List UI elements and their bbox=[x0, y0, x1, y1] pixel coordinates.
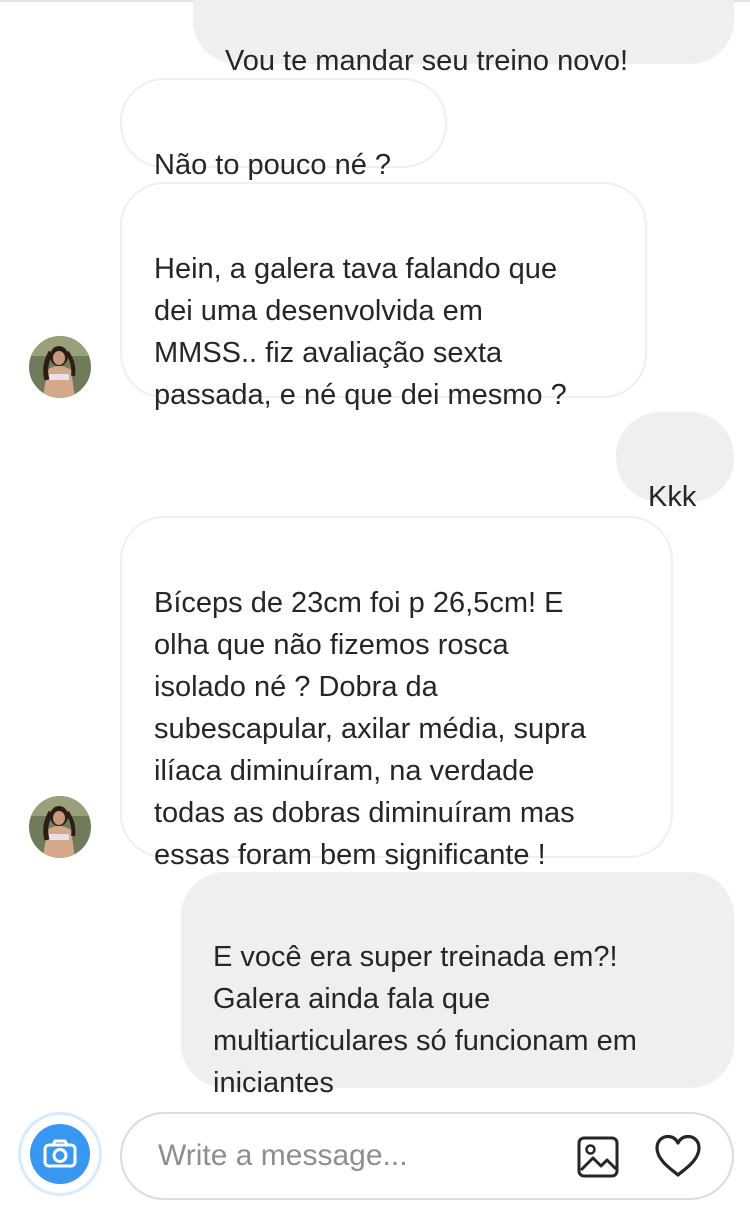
message-text: Vou te mandar seu treino novo! bbox=[225, 45, 629, 77]
camera-button[interactable] bbox=[18, 1112, 102, 1196]
message-bubble-outgoing[interactable]: Kkk bbox=[616, 412, 734, 513]
message-text: Não to pouco né ? bbox=[154, 149, 392, 181]
message-bubble-outgoing[interactable]: E você era super treinada em?! Galera ai… bbox=[181, 872, 734, 1188]
message-text: Hein, a galera tava falando que dei uma … bbox=[154, 253, 567, 411]
message-text: E você era super treinada em?! Galera ai… bbox=[213, 941, 637, 1099]
like-button[interactable] bbox=[654, 1134, 702, 1178]
message-bubble-incoming[interactable]: Bíceps de 23cm foi p 26,5cm! E olha que … bbox=[120, 516, 673, 871]
sender-avatar[interactable] bbox=[29, 796, 91, 858]
message-bubble-outgoing[interactable]: Vou te mandar seu treino novo! bbox=[193, 0, 734, 77]
avatar-photo bbox=[29, 796, 91, 858]
gallery-button[interactable] bbox=[577, 1136, 619, 1178]
message-text: Kkk bbox=[648, 481, 697, 513]
direct-message-thread: Vou te mandar seu treino novo! Não to po… bbox=[0, 0, 750, 1215]
avatar-photo bbox=[29, 336, 91, 398]
message-bubble-incoming[interactable]: Hein, a galera tava falando que dei uma … bbox=[120, 182, 647, 411]
message-bubble-incoming[interactable]: Não to pouco né ? bbox=[120, 78, 447, 181]
gallery-icon bbox=[577, 1136, 619, 1178]
message-text: Bíceps de 23cm foi p 26,5cm! E olha que … bbox=[154, 587, 587, 871]
message-composer bbox=[120, 1112, 734, 1200]
camera-icon bbox=[30, 1124, 90, 1184]
heart-icon bbox=[655, 1134, 701, 1177]
sender-avatar[interactable] bbox=[29, 336, 91, 398]
message-input[interactable] bbox=[158, 1134, 538, 1178]
